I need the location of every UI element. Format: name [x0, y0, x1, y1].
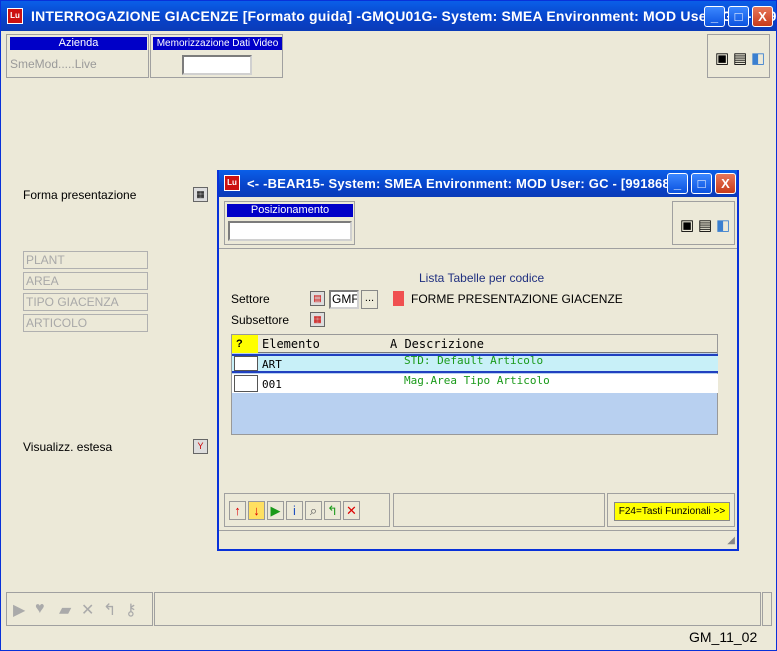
dialog-print-icon[interactable]: ▣ [680, 216, 694, 234]
forma-label: Forma presentazione [23, 188, 137, 202]
row-checkbox[interactable] [234, 375, 258, 392]
table-header: ? Elemento A Descrizione [232, 335, 717, 353]
settore-label: Settore [231, 292, 270, 306]
azienda-label: Azienda [10, 37, 147, 50]
play-icon[interactable]: ▶ [13, 600, 25, 620]
lookup-dialog: Lu <- -BEAR15- System: SMEA Environment:… [217, 170, 739, 551]
dialog-top-toolbar: ▣ ▤ ◧ [672, 201, 735, 245]
search-icon[interactable]: ⌕ [305, 501, 322, 520]
bottom-message-area [154, 592, 761, 626]
row-elemento: ART [262, 358, 282, 371]
lista-title: Lista Tabelle per codice [419, 271, 545, 285]
dialog-maximize-button[interactable]: □ [691, 173, 712, 194]
memo-panel: Memorizzazione Dati Video [150, 34, 283, 78]
table-grid: ? Elemento A Descrizione ART STD: Defaul… [231, 334, 718, 435]
dialog-document-icon[interactable]: ▤ [698, 216, 712, 234]
heart-icon[interactable]: ♥ [35, 600, 45, 618]
resize-grip-icon[interactable]: ◢ [727, 535, 735, 546]
book-icon[interactable]: ◧ [751, 49, 765, 67]
dialog-function-panel: F24=Tasti Funzionali >> [607, 493, 735, 527]
col-elemento-header[interactable]: Elemento [262, 337, 320, 351]
visualizz-lookup-icon[interactable]: Y [193, 439, 208, 454]
dialog-minimize-button[interactable]: _ [667, 173, 688, 194]
settore-browse-button[interactable]: ... [361, 290, 378, 309]
main-titlebar[interactable]: Lu INTERROGAZIONE GIACENZE [Formato guid… [1, 1, 777, 31]
bottom-toolbar: ▶ ♥ ▰ ✕ ↰ ⚷ [6, 592, 153, 626]
top-right-toolbar: ▣ ▤ ◧ [707, 34, 770, 78]
posizionamento-panel: Posizionamento [224, 201, 355, 245]
row-checkbox[interactable] [234, 356, 258, 371]
dialog-statusbar: ◢ [219, 530, 737, 547]
memo-label: Memorizzazione Dati Video [153, 37, 282, 50]
dialog-action-toolbar: ↑ ↓ ▶ i ⌕ ↰ ✕ [224, 493, 390, 527]
forma-lookup-icon[interactable]: ▦ [193, 187, 208, 202]
settore-input[interactable]: GMF [329, 290, 359, 309]
close-button[interactable]: X [752, 6, 773, 27]
screen-code: GM_11_02 [689, 629, 758, 645]
dialog-title: <- -BEAR15- System: SMEA Environment: MO… [247, 176, 682, 191]
return-icon[interactable]: ↰ [324, 501, 341, 520]
dialog-divider [219, 248, 737, 249]
azienda-value: SmeMod.....Live [10, 57, 97, 71]
table-row[interactable]: ART STD: Default Articolo [232, 354, 718, 373]
minimize-button[interactable]: _ [704, 6, 725, 27]
up-arrow-icon[interactable]: ↑ [229, 501, 246, 520]
dialog-app-icon: Lu [224, 175, 240, 191]
dialog-titlebar[interactable]: Lu <- -BEAR15- System: SMEA Environment:… [219, 170, 737, 197]
table-row[interactable]: 001 Mag.Area Tipo Articolo [232, 374, 718, 393]
row-descrizione: STD: Default Articolo [404, 354, 544, 367]
cross-icon[interactable]: ✕ [81, 600, 94, 620]
dialog-close-button[interactable]: X [715, 173, 736, 194]
bottom-scroll[interactable] [762, 592, 772, 626]
main-window-title: INTERROGAZIONE GIACENZE [Formato guida] … [31, 8, 777, 24]
play-icon[interactable]: ▶ [267, 501, 284, 520]
azienda-panel: Azienda SmeMod.....Live [6, 34, 149, 78]
document-icon[interactable]: ▤ [733, 49, 747, 67]
col-descrizione-header[interactable]: A Descrizione [390, 337, 484, 351]
settore-color-flag [393, 291, 404, 306]
field-tipo-giacenza: TIPO GIACENZA [23, 293, 148, 311]
field-area: AREA [23, 272, 148, 290]
print-icon[interactable]: ▣ [715, 49, 729, 67]
memo-input[interactable] [182, 55, 252, 75]
posizionamento-input[interactable] [228, 221, 352, 241]
row-descrizione: Mag.Area Tipo Articolo [404, 374, 550, 387]
maximize-button[interactable]: □ [728, 6, 749, 27]
subsettore-label: Subsettore [231, 313, 290, 327]
subsettore-lookup-icon[interactable]: ▦ [310, 312, 325, 327]
cancel-icon[interactable]: ✕ [343, 501, 360, 520]
app-icon: Lu [7, 8, 23, 24]
visualizz-label: Visualizz. estesa [23, 440, 113, 454]
info-icon[interactable]: i [286, 501, 303, 520]
row-elemento: 001 [262, 378, 282, 391]
field-articolo: ARTICOLO [23, 314, 148, 332]
eraser-icon[interactable]: ▰ [59, 600, 71, 620]
dialog-book-icon[interactable]: ◧ [716, 216, 730, 234]
f24-function-keys-button[interactable]: F24=Tasti Funzionali >> [614, 502, 730, 521]
posizionamento-label: Posizionamento [227, 204, 353, 217]
key-icon[interactable]: ⚷ [125, 600, 137, 620]
return-icon[interactable]: ↰ [103, 600, 116, 620]
settore-lookup-icon[interactable]: ▤ [310, 291, 325, 306]
settore-description: FORME PRESENTAZIONE GIACENZE [411, 292, 623, 306]
dialog-message-area [393, 493, 605, 527]
down-arrow-icon[interactable]: ↓ [248, 501, 265, 520]
field-plant: PLANT [23, 251, 148, 269]
table-header-query[interactable]: ? [232, 335, 258, 353]
